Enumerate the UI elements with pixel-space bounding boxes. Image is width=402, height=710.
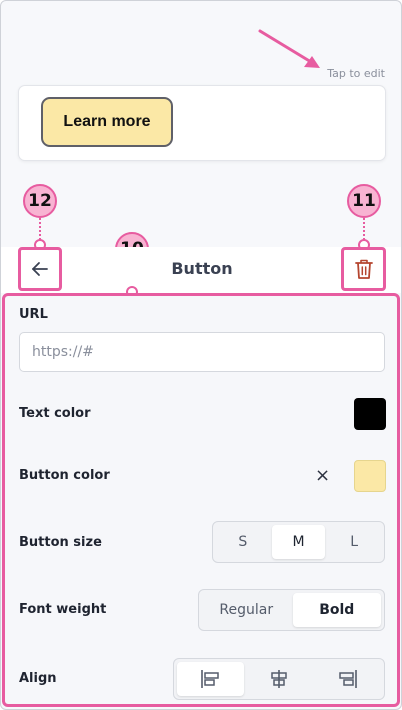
pointer-arrow-icon xyxy=(258,29,320,68)
size-option-m[interactable]: M xyxy=(271,525,326,559)
text-color-swatch[interactable] xyxy=(354,398,386,430)
align-center-option[interactable] xyxy=(246,662,313,696)
weight-option-bold[interactable]: Bold xyxy=(292,593,381,627)
clear-color-icon[interactable]: × xyxy=(315,465,330,486)
align-right-option[interactable] xyxy=(314,662,381,696)
button-size-selector: S M L xyxy=(212,521,385,563)
align-selector xyxy=(173,658,385,700)
trash-icon xyxy=(354,259,373,279)
button-size-label: Button size xyxy=(19,535,102,550)
back-button[interactable] xyxy=(18,247,62,291)
align-right-icon xyxy=(338,670,357,688)
button-preview-card[interactable]: Learn more xyxy=(18,85,386,161)
align-label: Align xyxy=(19,671,57,686)
app-frame: Tap to edit Learn more 12 11 10 Button U… xyxy=(0,0,402,710)
preview-learn-more-button[interactable]: Learn more xyxy=(41,97,173,147)
url-field[interactable] xyxy=(19,332,385,372)
text-color-label: Text color xyxy=(19,406,91,421)
callout-12: 12 xyxy=(23,184,57,218)
button-color-swatch[interactable] xyxy=(354,460,386,492)
align-center-icon xyxy=(271,670,287,688)
weight-option-regular[interactable]: Regular xyxy=(202,593,291,627)
callout-12-leader xyxy=(39,218,41,240)
callout-11-leader xyxy=(363,218,365,240)
font-weight-selector: Regular Bold xyxy=(198,589,385,631)
arrow-left-icon xyxy=(32,262,48,276)
size-option-l[interactable]: L xyxy=(327,525,381,559)
callout-11: 11 xyxy=(347,184,381,218)
delete-button[interactable] xyxy=(341,247,386,291)
tap-to-edit-hint: Tap to edit xyxy=(327,67,385,80)
align-left-option[interactable] xyxy=(177,662,244,696)
align-left-icon xyxy=(201,670,220,688)
url-label: URL xyxy=(19,307,48,322)
font-weight-label: Font weight xyxy=(19,602,107,617)
button-color-label: Button color xyxy=(19,468,110,483)
size-option-s[interactable]: S xyxy=(216,525,270,559)
